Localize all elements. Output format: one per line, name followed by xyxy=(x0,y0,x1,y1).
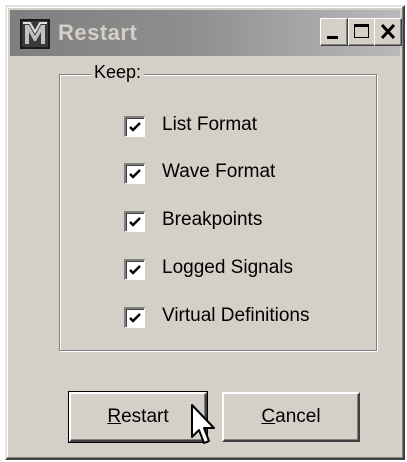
cancel-button[interactable]: Cancel xyxy=(222,392,360,442)
keep-group-label: Keep: xyxy=(91,62,145,83)
restart-mnemonic: R xyxy=(107,406,122,427)
close-icon xyxy=(380,23,396,40)
modelsim-icon xyxy=(20,19,50,49)
minimize-button[interactable] xyxy=(320,18,348,46)
checkmark-icon xyxy=(129,265,141,275)
restart-dialog: Restart Keep: List Format Wave Format Br… xyxy=(5,5,405,460)
mouse-cursor-icon xyxy=(191,404,215,444)
checkbox-label: Wave Format xyxy=(162,161,276,182)
cancel-label: ancel xyxy=(275,406,321,427)
checkbox-box[interactable] xyxy=(124,259,145,280)
checkbox-box[interactable] xyxy=(124,116,145,137)
checkbox-label: Virtual Definitions xyxy=(162,305,310,326)
window-title: Restart xyxy=(58,20,138,45)
checkbox-label: Breakpoints xyxy=(162,209,263,230)
checkmark-icon xyxy=(129,313,141,323)
checkmark-icon xyxy=(129,217,141,227)
minimize-icon xyxy=(327,36,338,39)
title-bar[interactable]: Restart xyxy=(10,10,402,56)
checkbox-label: Logged Signals xyxy=(162,257,293,278)
cancel-mnemonic: C xyxy=(261,406,276,427)
checkmark-icon xyxy=(129,122,141,132)
checkbox-box[interactable] xyxy=(124,163,145,184)
close-button[interactable] xyxy=(374,18,402,46)
maximize-icon xyxy=(354,24,369,38)
restart-label: estart xyxy=(121,406,169,427)
checkmark-icon xyxy=(129,169,141,179)
maximize-button[interactable] xyxy=(348,18,376,46)
checkbox-box[interactable] xyxy=(124,211,145,232)
checkbox-label: List Format xyxy=(162,114,258,135)
checkbox-box[interactable] xyxy=(124,307,145,328)
restart-button[interactable]: Restart xyxy=(68,391,208,443)
